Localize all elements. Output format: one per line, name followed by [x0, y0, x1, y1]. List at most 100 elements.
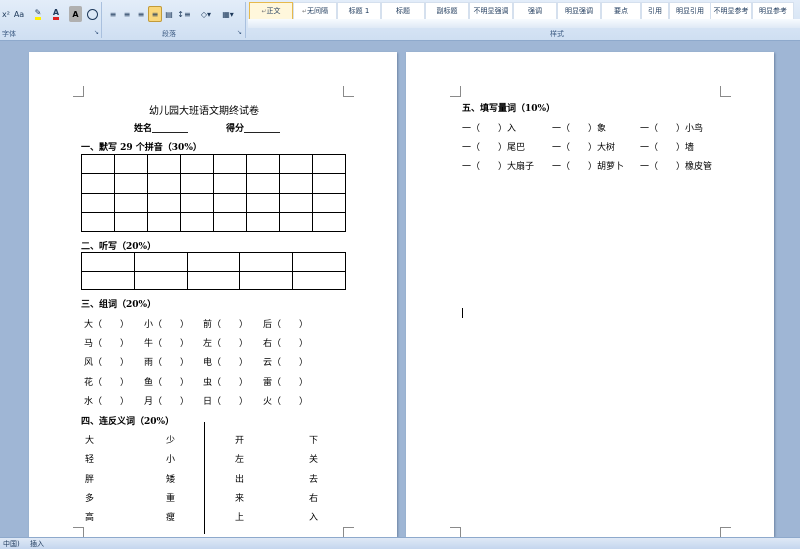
style-heading1[interactable]: 标题 1: [337, 2, 381, 20]
section-4-heading: 四、连反义词（20%）: [81, 417, 175, 427]
border-icon: ▦▾: [222, 9, 234, 19]
list-item: 矮: [166, 475, 176, 485]
style-quote[interactable]: 引用: [641, 2, 669, 20]
style-subtitle[interactable]: 副标题: [425, 2, 469, 20]
text-cursor: [462, 308, 463, 318]
list-item: 云（ ）: [263, 358, 309, 368]
section-1-heading: 一、默写 29 个拼音（30%）: [81, 143, 202, 153]
paragraph-dialog-launcher-icon[interactable]: ↘: [237, 29, 242, 36]
style-emphasis[interactable]: 强调: [513, 2, 557, 20]
crop-mark: [73, 527, 84, 537]
document-page-1[interactable]: 幼儿园大班语文期终试卷 姓名________ 得分________ 一、默写 2…: [29, 52, 397, 537]
list-item: 一（ ）小鸟: [640, 124, 704, 134]
score-field: 得分________: [226, 124, 281, 134]
crop-mark: [343, 527, 354, 537]
document-workspace[interactable]: 幼儿园大班语文期终试卷 姓名________ 得分________ 一、默写 2…: [0, 41, 800, 537]
ribbon: x² Aa ✎ A A 字体 ↘ ≡ ≡ ≡ ≡ ▤ ↕≡ ◇▾ ▦▾ 段落 ↘…: [0, 0, 800, 41]
list-item: 胖: [85, 475, 95, 485]
font-color-button[interactable]: A: [48, 6, 64, 22]
shading-button[interactable]: ◇▾: [196, 6, 216, 22]
section-2-heading: 二、听写（20%）: [81, 242, 157, 252]
list-item: 去: [309, 475, 319, 485]
crop-mark: [73, 86, 84, 97]
list-item: 一（ ）尾巴: [462, 143, 526, 153]
crop-mark: [450, 86, 461, 97]
list-item: 大: [85, 436, 95, 446]
list-item: 瘦: [166, 513, 176, 523]
list-item: 一（ ）大树: [552, 143, 616, 153]
crop-mark: [450, 527, 461, 537]
style-no-spacing[interactable]: ↵ 无间隔: [293, 2, 337, 20]
document-page-2[interactable]: 五、填写量词（10%） 一（ ）入 一（ ）象 一（ ）小鸟 一（ ）尾巴 一（…: [406, 52, 774, 537]
group-separator: [101, 2, 102, 38]
crop-mark: [720, 86, 731, 97]
name-field: 姓名________: [134, 124, 189, 134]
list-item: 风（ ）: [84, 358, 130, 368]
status-bar: 中国) 插入: [0, 537, 800, 549]
line-spacing-button[interactable]: ↕≡: [176, 6, 192, 22]
list-item: 一（ ）胡萝卜: [552, 162, 625, 172]
list-item: 小: [166, 455, 176, 465]
list-item: 高: [85, 513, 95, 523]
list-item: 开: [235, 436, 245, 446]
style-subtle-emphasis[interactable]: 不明显强调: [469, 2, 513, 20]
pinyin-grid: [81, 153, 346, 233]
style-normal[interactable]: ↵ 正文: [249, 2, 293, 20]
align-right-button[interactable]: ≡: [134, 6, 148, 22]
change-case-button[interactable]: Aa: [11, 6, 27, 22]
section-3-heading: 三、组词（20%）: [81, 300, 157, 310]
style-strong[interactable]: 要点: [601, 2, 641, 20]
list-item: 一（ ）入: [462, 124, 517, 134]
enclose-circle-icon: [86, 8, 98, 20]
style-subtle-reference[interactable]: 不明显参考: [710, 2, 752, 20]
enclose-char-button[interactable]: [85, 6, 99, 22]
styles-group-caption: 样式: [550, 30, 564, 38]
list-item: 轻: [85, 455, 95, 465]
highlight-color-button[interactable]: ✎: [30, 6, 46, 22]
list-item: 左: [235, 455, 245, 465]
list-item: 水（ ）: [84, 397, 130, 407]
style-intense-quote[interactable]: 明显引用: [669, 2, 711, 20]
list-item: 火（ ）: [263, 397, 309, 407]
dictation-grid: [81, 252, 346, 290]
list-item: 日（ ）: [203, 397, 249, 407]
list-item: 大（ ）: [84, 320, 130, 330]
align-center-button[interactable]: ≡: [120, 6, 134, 22]
list-item: 前（ ）: [203, 320, 249, 330]
divider-line: [204, 422, 205, 534]
list-item: 月（ ）: [144, 397, 190, 407]
list-item: 来: [235, 494, 245, 504]
list-item: 雨（ ）: [144, 358, 190, 368]
align-left-button[interactable]: ≡: [106, 6, 120, 22]
list-item: 关: [309, 455, 319, 465]
group-separator: [245, 2, 246, 38]
crop-mark: [343, 86, 354, 97]
highlighter-icon: ✎: [34, 8, 42, 20]
list-item: 上: [235, 513, 245, 523]
borders-button[interactable]: ▦▾: [218, 6, 238, 22]
list-item: 一（ ）象: [552, 124, 607, 134]
style-title[interactable]: 标题: [381, 2, 425, 20]
list-item: 右: [309, 494, 319, 504]
style-intense-reference[interactable]: 明显参考: [752, 2, 794, 20]
justify-button[interactable]: ≡: [148, 6, 162, 22]
list-item: 雷（ ）: [263, 378, 309, 388]
list-item: 后（ ）: [263, 320, 309, 330]
section-5-heading: 五、填写量词（10%）: [462, 104, 556, 114]
list-item: 电（ ）: [203, 358, 249, 368]
paint-bucket-icon: ◇▾: [200, 9, 212, 19]
list-item: 入: [309, 513, 319, 523]
list-item: 右（ ）: [263, 339, 309, 349]
style-gallery-row: [248, 19, 800, 28]
list-item: 重: [166, 494, 176, 504]
list-item: 虫（ ）: [203, 378, 249, 388]
list-item: 牛（ ）: [144, 339, 190, 349]
list-item: 一（ ）大扇子: [462, 162, 535, 172]
font-color-icon: A: [52, 8, 60, 20]
list-item: 一（ ）橡皮管: [640, 162, 713, 172]
style-intense-emphasis[interactable]: 明显强调: [557, 2, 601, 20]
font-dialog-launcher-icon[interactable]: ↘: [94, 29, 99, 36]
char-shading-button[interactable]: A: [69, 6, 82, 22]
paragraph-group-caption: 段落: [162, 30, 176, 38]
distributed-button[interactable]: ▤: [162, 6, 176, 22]
